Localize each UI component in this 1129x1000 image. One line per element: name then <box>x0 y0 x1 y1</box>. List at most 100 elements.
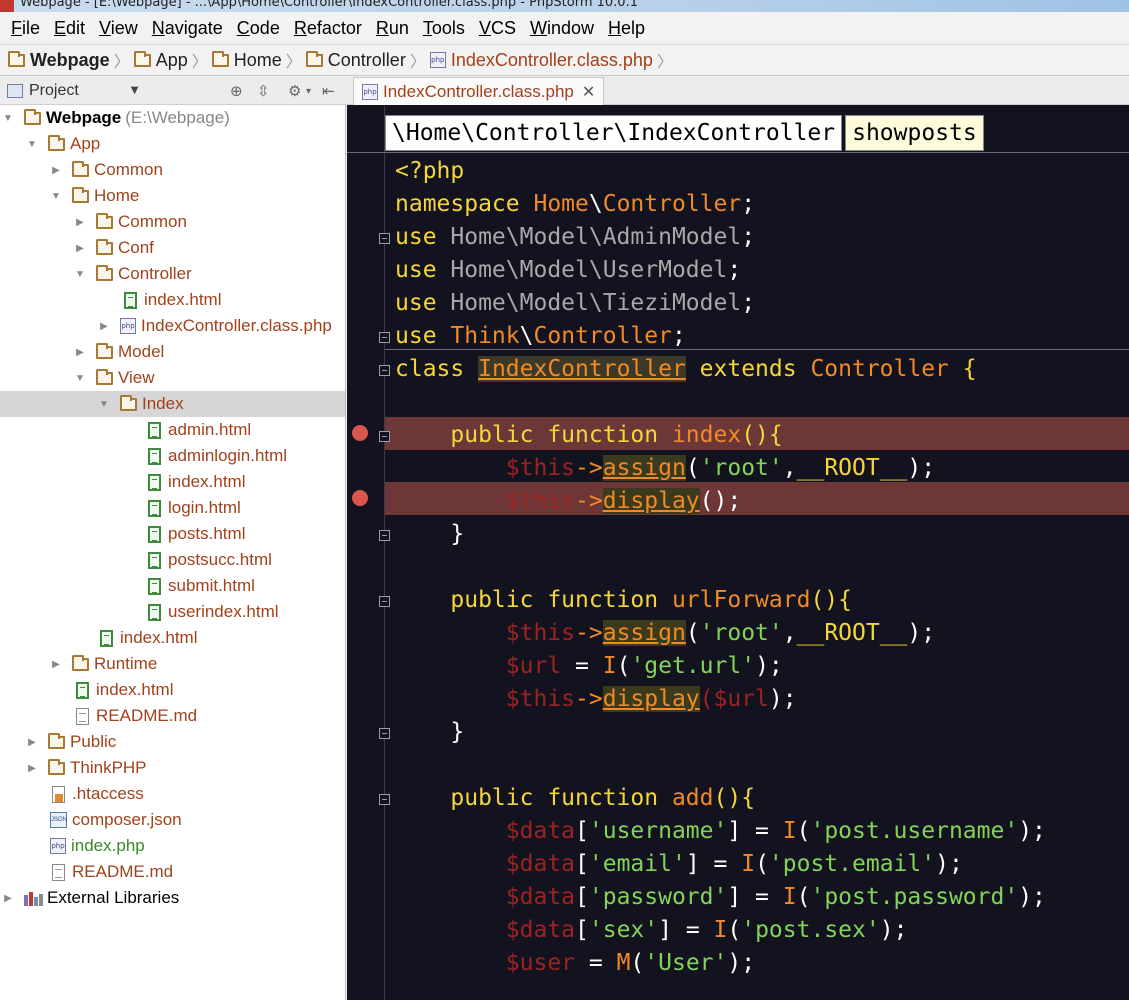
fold-icon[interactable] <box>379 332 390 343</box>
tree-item-submit-html[interactable]: submit.html <box>0 573 345 599</box>
tree-item-posts-html[interactable]: posts.html <box>0 521 345 547</box>
chevron-right-icon: 〉 <box>409 54 426 71</box>
folder-icon <box>96 342 113 359</box>
breadcrumb-home[interactable]: Home 〉 <box>211 48 302 72</box>
markdown-file-icon <box>52 863 65 881</box>
tree-item-app-index-html[interactable]: index.html <box>0 677 345 703</box>
menu-file[interactable]: File <box>4 18 47 39</box>
tree-item-adminlogin-html[interactable]: adminlogin.html <box>0 443 345 469</box>
fold-icon[interactable] <box>379 431 390 442</box>
tree-item-index-folder[interactable]: ▼ Index <box>0 391 345 417</box>
code-line: $this->assign('root',__ROOT__); <box>395 620 936 646</box>
tree-item-view-index-html[interactable]: index.html <box>0 469 345 495</box>
menu-help[interactable]: Help <box>601 18 652 39</box>
collapsed-arrow-icon[interactable]: ▶ <box>74 243 86 254</box>
fold-icon[interactable] <box>379 794 390 805</box>
method-separator-line <box>347 152 1129 153</box>
code-line: <?php <box>395 158 465 184</box>
code-line: $data['username'] = I('post.username'); <box>395 818 1046 844</box>
window-title: Webpage - [E:\Webpage] - ...\App\Home\Co… <box>20 0 638 10</box>
folder-icon <box>48 134 65 151</box>
expanded-arrow-icon[interactable]: ▼ <box>74 373 86 384</box>
expanded-arrow-icon[interactable]: ▼ <box>74 269 86 280</box>
tree-item-app[interactable]: ▼ App <box>0 131 345 157</box>
breadcrumb-file[interactable]: php IndexController.class.php 〉 <box>429 48 673 72</box>
project-view-selector[interactable]: Project <box>29 82 79 100</box>
tree-item-readme[interactable]: README.md <box>0 859 345 885</box>
folder-icon <box>96 238 113 255</box>
collapsed-arrow-icon[interactable]: ▶ <box>74 217 86 228</box>
project-tree: ▼ Webpage (E:\Webpage) ▼ App ▶ Common ▼ … <box>0 105 346 1000</box>
json-file-icon: JSON <box>50 812 67 828</box>
breadcrumb-controller[interactable]: Controller 〉 <box>305 48 426 72</box>
expanded-arrow-icon[interactable]: ▼ <box>98 399 110 410</box>
collapsed-arrow-icon[interactable]: ▶ <box>98 321 110 332</box>
close-icon[interactable]: ✕ <box>582 82 595 102</box>
menu-run[interactable]: Run <box>369 18 416 39</box>
folder-icon <box>96 264 113 281</box>
breakpoint-icon[interactable] <box>352 425 368 441</box>
tree-item-public[interactable]: ▶ Public <box>0 729 345 755</box>
menu-edit[interactable]: Edit <box>47 18 92 39</box>
fold-icon[interactable] <box>379 530 390 541</box>
fold-icon[interactable] <box>379 365 390 376</box>
folder-icon <box>24 108 41 125</box>
breadcrumb-app[interactable]: App 〉 <box>133 48 208 72</box>
tree-item-htaccess[interactable]: .htaccess <box>0 781 345 807</box>
collapsed-arrow-icon[interactable]: ▶ <box>74 347 86 358</box>
tree-item-controller[interactable]: ▼ Controller <box>0 261 345 287</box>
tree-item-model[interactable]: ▶ Model <box>0 339 345 365</box>
tree-item-home-common[interactable]: ▶ Common <box>0 209 345 235</box>
tree-item-postsucc-html[interactable]: postsucc.html <box>0 547 345 573</box>
collapsed-arrow-icon[interactable]: ▶ <box>2 893 14 904</box>
tree-item-thinkphp[interactable]: ▶ ThinkPHP <box>0 755 345 781</box>
tree-item-webpage[interactable]: ▼ Webpage (E:\Webpage) <box>0 105 345 131</box>
tree-item-login-html[interactable]: login.html <box>0 495 345 521</box>
tree-item-common[interactable]: ▶ Common <box>0 157 345 183</box>
menu-navigate[interactable]: Navigate <box>145 18 230 39</box>
collapse-all-icon[interactable]: ⇳ <box>257 82 270 100</box>
collapsed-arrow-icon[interactable]: ▶ <box>26 763 38 774</box>
chevron-down-icon[interactable]: ▼ <box>131 85 139 96</box>
expanded-arrow-icon[interactable]: ▼ <box>2 113 14 124</box>
tab-indexcontroller[interactable]: php IndexController.class.php ✕ <box>353 77 605 105</box>
tree-item-userindex-html[interactable]: userindex.html <box>0 599 345 625</box>
dropdown-arrow-icon[interactable]: ▾ <box>306 86 311 97</box>
code-line: use Home\Model\AdminModel; <box>395 224 756 250</box>
breakpoint-icon[interactable] <box>352 490 368 506</box>
menu-view[interactable]: View <box>92 18 145 39</box>
fold-icon[interactable] <box>379 728 390 739</box>
menu-tools[interactable]: Tools <box>416 18 472 39</box>
tree-item-controller-index-html[interactable]: index.html <box>0 287 345 313</box>
fold-icon[interactable] <box>379 596 390 607</box>
collapsed-arrow-icon[interactable]: ▶ <box>26 737 38 748</box>
phpstorm-app-icon <box>0 0 14 12</box>
breadcrumb-webpage[interactable]: Webpage 〉 <box>8 48 130 72</box>
gear-icon[interactable]: ⚙ <box>288 82 301 100</box>
tree-item-runtime[interactable]: ▶ Runtime <box>0 651 345 677</box>
tree-item-composer-json[interactable]: JSON composer.json <box>0 807 345 833</box>
menu-code[interactable]: Code <box>230 18 287 39</box>
collapsed-arrow-icon[interactable]: ▶ <box>50 659 62 670</box>
tree-item-conf[interactable]: ▶ Conf <box>0 235 345 261</box>
locate-icon[interactable]: ⊕ <box>230 82 243 100</box>
menu-refactor[interactable]: Refactor <box>287 18 369 39</box>
menu-vcs[interactable]: VCS <box>472 18 523 39</box>
fold-icon[interactable] <box>379 233 390 244</box>
folder-icon <box>133 50 151 67</box>
tree-item-app-readme[interactable]: README.md <box>0 703 345 729</box>
expanded-arrow-icon[interactable]: ▼ <box>26 139 38 150</box>
tree-item-view[interactable]: ▼ View <box>0 365 345 391</box>
menu-window[interactable]: Window <box>523 18 601 39</box>
tree-item-index-php[interactable]: php index.php <box>0 833 345 859</box>
hide-panel-icon[interactable]: ⇤ <box>322 82 335 100</box>
code-editor[interactable]: \Home\Controller\IndexController showpos… <box>347 105 1129 1000</box>
tree-item-indexcontroller[interactable]: ▶ php IndexController.class.php <box>0 313 345 339</box>
tree-item-home[interactable]: ▼ Home <box>0 183 345 209</box>
tree-item-home-index-html[interactable]: index.html <box>0 625 345 651</box>
folder-icon <box>211 50 229 67</box>
expanded-arrow-icon[interactable]: ▼ <box>50 191 62 202</box>
tree-item-external-libraries[interactable]: ▶ External Libraries <box>0 885 345 911</box>
tree-item-admin-html[interactable]: admin.html <box>0 417 345 443</box>
collapsed-arrow-icon[interactable]: ▶ <box>50 165 62 176</box>
